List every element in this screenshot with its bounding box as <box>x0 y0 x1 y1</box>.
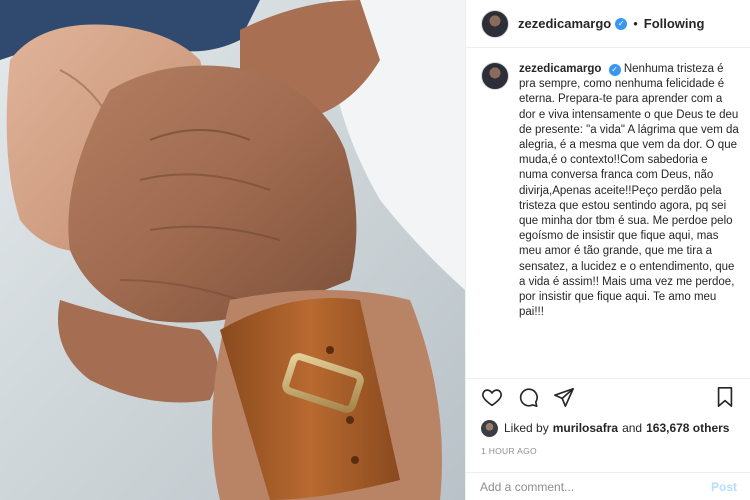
action-bar <box>466 378 750 414</box>
following-button[interactable]: Following <box>644 16 705 31</box>
bookmark-icon <box>717 386 733 407</box>
comment-button[interactable] <box>516 385 540 409</box>
author-username[interactable]: zezedicamargo <box>518 16 611 31</box>
like-button[interactable] <box>480 385 504 409</box>
header-separator: • <box>633 16 638 31</box>
likes-prefix: Liked by <box>504 421 549 435</box>
post-comment-button[interactable]: Post <box>711 480 737 494</box>
hands-photo <box>0 0 465 500</box>
post-timestamp[interactable]: 1 HOUR AGO <box>481 446 537 456</box>
comment-form: Post <box>466 472 750 500</box>
likes-summary: Liked by murilosafra and 163,678 others <box>481 418 729 438</box>
caption-username[interactable]: zezedicamargo <box>519 63 601 75</box>
share-button[interactable] <box>552 385 576 409</box>
post-side-panel: zezedicamargo ✓ • Following zezedicamarg… <box>465 0 750 500</box>
comment-icon <box>519 388 538 407</box>
comment-input[interactable] <box>480 479 711 494</box>
caption-verified-badge-icon: ✓ <box>608 64 621 76</box>
caption: zezedicamargo ✓ Nenhuma tristeza é pra s… <box>466 48 750 378</box>
likes-count[interactable]: 163,678 others <box>646 421 729 435</box>
post-header: zezedicamargo ✓ • Following <box>466 0 750 48</box>
author-avatar[interactable] <box>481 9 509 38</box>
caption-body: zezedicamargo ✓ Nenhuma tristeza é pra s… <box>519 62 739 378</box>
verified-badge-icon: ✓ <box>615 17 628 30</box>
heart-icon <box>482 388 502 406</box>
save-button[interactable] <box>713 385 737 409</box>
post-photo[interactable] <box>0 0 465 500</box>
caption-avatar[interactable] <box>481 62 509 90</box>
share-icon <box>554 387 574 407</box>
caption-text: Nenhuma tristeza é pra sempre, como nenh… <box>519 63 739 319</box>
liker-avatar[interactable] <box>481 419 498 437</box>
liker-username[interactable]: murilosafra <box>553 421 618 435</box>
likes-conjunction: and <box>622 421 643 435</box>
